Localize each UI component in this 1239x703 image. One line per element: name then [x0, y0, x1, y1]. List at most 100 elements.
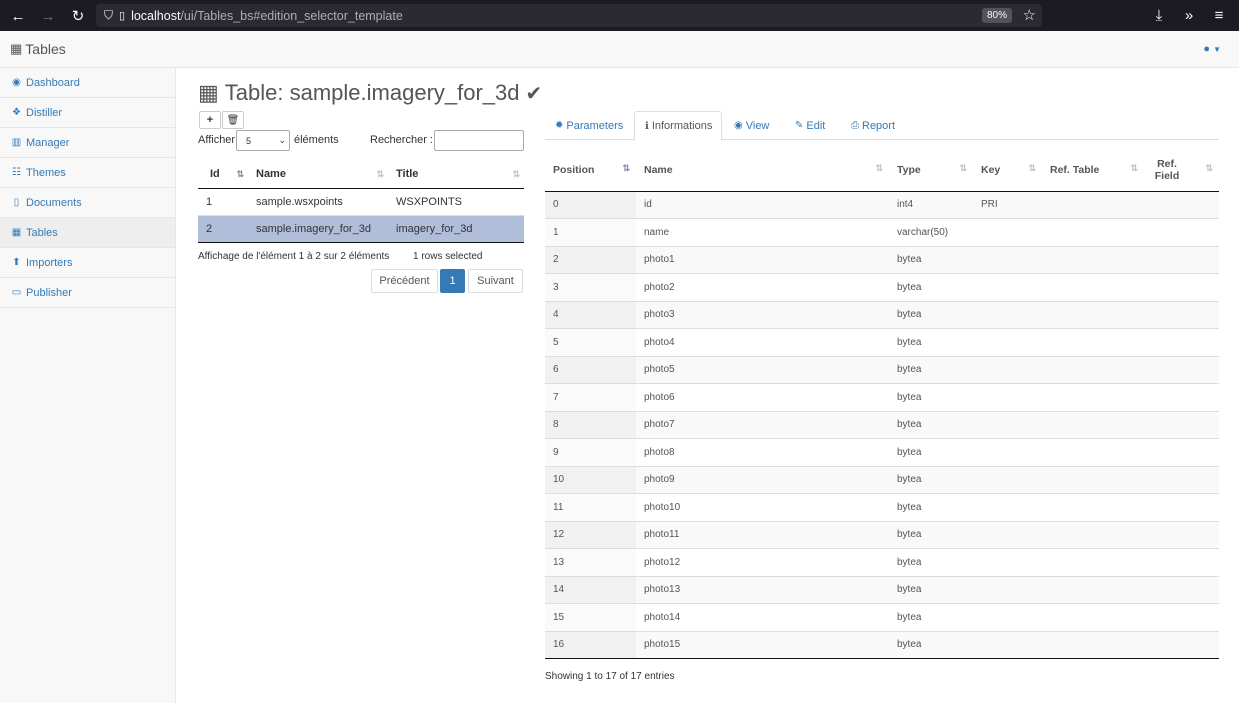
table-row[interactable]: 12 photo11 bytea [545, 520, 1219, 549]
table-row[interactable]: 3 photo2 bytea [545, 273, 1219, 301]
table-row[interactable]: 9 photo8 bytea [545, 438, 1219, 466]
eye-icon: ◉ [734, 120, 743, 131]
column-header-id[interactable]: Id ⇅ [198, 160, 248, 189]
cell-name: photo12 [636, 548, 889, 576]
table-row[interactable]: 14 photo13 bytea [545, 575, 1219, 604]
search-input[interactable] [434, 130, 524, 151]
cell-name: photo3 [636, 300, 889, 329]
hamburger-menu-icon[interactable]: ≡ [1209, 6, 1229, 26]
reload-icon[interactable]: ↻ [68, 6, 88, 26]
zoom-badge[interactable]: 80% [981, 8, 1012, 23]
cell-key [973, 630, 1042, 659]
table-row[interactable]: 7 photo6 bytea [545, 383, 1219, 411]
column-header-name[interactable]: Name ⇅ [636, 149, 889, 192]
sidebar-item-themes[interactable]: ☷ Themes [0, 158, 175, 188]
table-row[interactable]: 1 sample.wsxpoints WSXPOINTS [198, 187, 524, 215]
shield-icon[interactable]: ⛉ [104, 8, 113, 23]
cell-ref-field [1144, 465, 1219, 494]
cell-type: bytea [889, 438, 973, 466]
cell-type: bytea [889, 603, 973, 631]
cell-key [973, 218, 1042, 246]
table-row[interactable]: 16 photo15 bytea [545, 630, 1219, 659]
fields-table-info: Showing 1 to 17 of 17 entries [545, 671, 675, 682]
tab-informations[interactable]: ℹ Informations [634, 111, 722, 141]
table-row[interactable]: 11 photo10 bytea [545, 493, 1219, 521]
browser-toolbar: ← → ↻ ⛉ ▯ localhost/ui/Tables_bs#edition… [0, 0, 1239, 31]
brand[interactable]: ▦ Tables [10, 41, 66, 57]
plus-icon: + [206, 114, 214, 126]
table-row[interactable]: 13 photo12 bytea [545, 548, 1219, 576]
cell-type: bytea [889, 245, 973, 274]
cell-position: 8 [545, 410, 636, 439]
table-row[interactable]: 10 photo9 bytea [545, 465, 1219, 494]
cell-type: varchar(50) [889, 218, 973, 246]
cell-ref-table [1042, 410, 1144, 439]
column-header-type[interactable]: Type ⇅ [889, 149, 973, 192]
sort-icon: ⇅ [376, 169, 384, 179]
cell-ref-field [1144, 548, 1219, 576]
tabs-bar: ✹ Parameters ℹ Informations ◉ View ✎ Edit ⎙ Repor… [545, 111, 1219, 141]
cell-name: photo13 [636, 575, 889, 604]
previous-page-button[interactable]: Précédent [371, 269, 438, 293]
tab-view[interactable]: ◉ View [724, 111, 780, 140]
cell-name: photo9 [636, 465, 889, 494]
table-row[interactable]: 2 sample.imagery_for_3d imagery_for_3d [198, 214, 524, 243]
tab-report[interactable]: ⎙ Report [841, 111, 901, 140]
cell-ref-table [1042, 328, 1144, 356]
sidebar-item-documents[interactable]: ▯ Documents [0, 188, 175, 218]
selection-info: 1 rows selected [413, 251, 483, 262]
forward-arrow-icon[interactable]: → [38, 6, 58, 26]
sidebar-item-importers[interactable]: ⬆ Importers [0, 248, 175, 278]
table-row[interactable]: 0 id int4 PRI [545, 190, 1219, 219]
cell-ref-field [1144, 520, 1219, 549]
sidebar-item-distiller[interactable]: ❖ Distiller [0, 98, 175, 128]
address-bar[interactable]: ⛉ ▯ localhost/ui/Tables_bs#edition_selec… [96, 4, 1042, 27]
cell-ref-table [1042, 603, 1144, 631]
cell-name: photo7 [636, 410, 889, 439]
cell-key: PRI [973, 190, 1042, 219]
column-header-title[interactable]: Title ⇅ [388, 160, 524, 189]
cell-key [973, 273, 1042, 301]
column-header-name[interactable]: Name ⇅ [248, 160, 388, 189]
user-menu[interactable]: ● ▼ [1203, 43, 1221, 55]
table-row[interactable]: 2 photo1 bytea [545, 245, 1219, 274]
page-1-button[interactable]: 1 [440, 269, 465, 293]
column-header-ref-table[interactable]: Ref. Table ⇅ [1042, 149, 1144, 192]
add-button[interactable]: + [199, 111, 221, 129]
column-header-ref-field[interactable]: Ref. Field ⇅ [1144, 149, 1219, 192]
column-label: Ref. Table [1050, 163, 1100, 176]
page-size-select[interactable]: 5 ⌄ [236, 130, 290, 151]
table-row[interactable]: 4 photo3 bytea [545, 300, 1219, 329]
sidebar-item-tables[interactable]: ▦ Tables [0, 218, 175, 248]
table-row[interactable]: 1 name varchar(50) [545, 218, 1219, 246]
show-label: Afficher [198, 134, 236, 146]
cell-ref-table [1042, 190, 1144, 219]
column-header-key[interactable]: Key ⇅ [973, 149, 1042, 192]
delete-button[interactable]: 🗑 [222, 111, 244, 129]
list-icon: ☷ [12, 167, 21, 178]
cell-name: photo1 [636, 245, 889, 274]
next-page-button[interactable]: Suivant [468, 269, 523, 293]
download-icon[interactable]: ⤓ [1149, 6, 1169, 26]
back-arrow-icon[interactable]: ← [8, 6, 28, 26]
cell-ref-field [1144, 190, 1219, 219]
cell-key [973, 328, 1042, 356]
table-row[interactable]: 5 photo4 bytea [545, 328, 1219, 356]
cell-position: 2 [545, 245, 636, 274]
overflow-chevron-icon[interactable]: » [1179, 6, 1199, 26]
tab-edit[interactable]: ✎ Edit [785, 111, 835, 140]
sidebar-item-publisher[interactable]: ▭ Publisher [0, 278, 175, 308]
table-row[interactable]: 6 photo5 bytea [545, 355, 1219, 384]
table-row[interactable]: 8 photo7 bytea [545, 410, 1219, 439]
table-row[interactable]: 15 photo14 bytea [545, 603, 1219, 631]
sidebar-item-label: Publisher [26, 286, 72, 299]
url-text: localhost/ui/Tables_bs#edition_selector_… [131, 8, 403, 23]
bookmark-star-icon[interactable]: ☆ [1023, 6, 1036, 24]
tab-parameters[interactable]: ✹ Parameters [545, 111, 631, 140]
cell-position: 3 [545, 273, 636, 301]
sidebar-item-manager[interactable]: ▥ Manager [0, 128, 175, 158]
sidebar-item-dashboard[interactable]: ◉ Dashboard [0, 68, 175, 98]
cell-ref-table [1042, 245, 1144, 274]
cell-name: photo6 [636, 383, 889, 411]
column-header-position[interactable]: Position ⇅ [545, 149, 636, 192]
